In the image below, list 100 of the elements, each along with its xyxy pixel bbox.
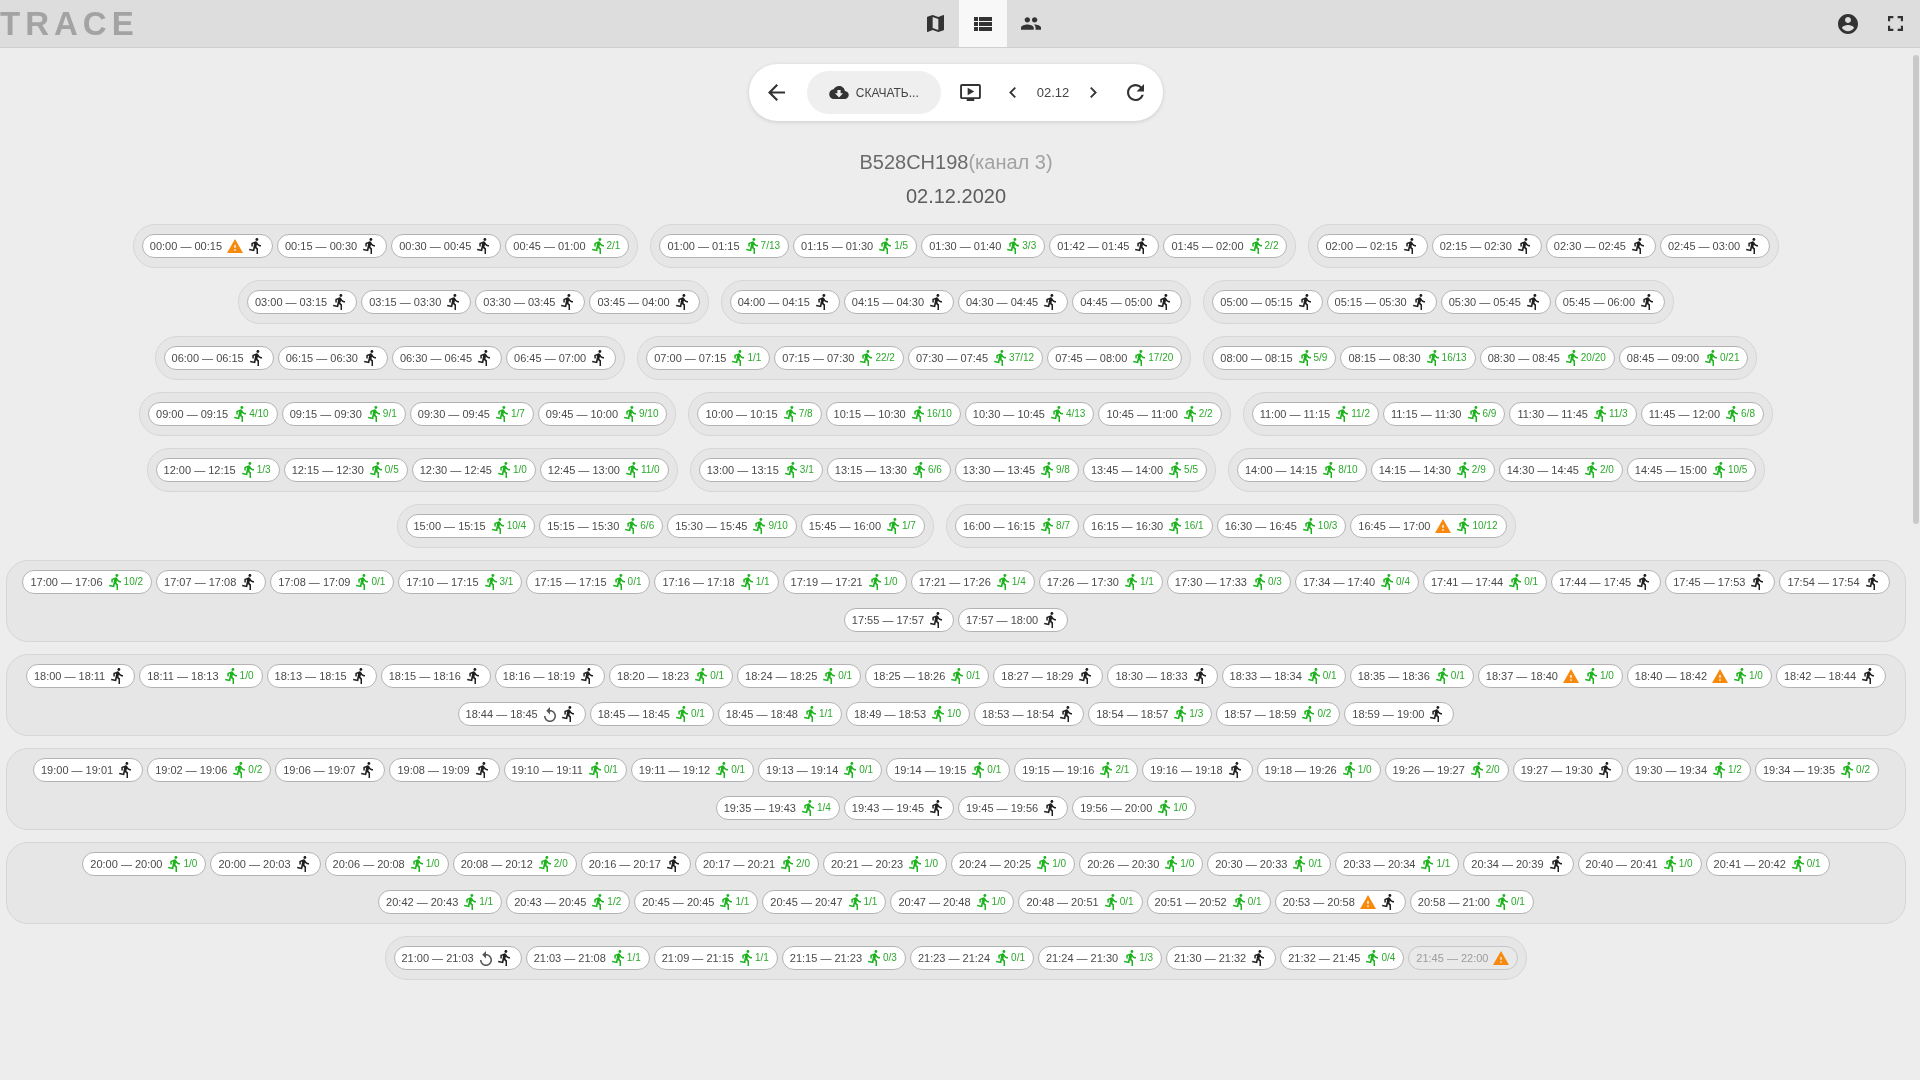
time-slot-chip[interactable]: 20:45 — 20:45 1/1 <box>634 890 759 914</box>
time-slot-chip[interactable]: 04:15 — 04:30 <box>843 290 954 314</box>
time-slot-chip[interactable]: 19:18 — 19:26 1/0 <box>1256 758 1381 782</box>
time-slot-chip[interactable]: 02:15 — 02:30 <box>1431 234 1542 258</box>
time-slot-chip[interactable]: 18:59 — 19:00 <box>1344 702 1455 726</box>
time-slot-chip[interactable]: 19:26 — 19:27 2/0 <box>1384 758 1509 782</box>
time-slot-chip[interactable]: 20:17 — 20:21 2/0 <box>694 852 819 876</box>
time-slot-chip[interactable]: 20:21 — 20:23 1/0 <box>822 852 948 876</box>
time-slot-chip[interactable]: 09:15 — 09:30 9/1 <box>281 402 406 426</box>
time-slot-chip[interactable]: 03:45 — 04:00 <box>589 290 700 314</box>
time-slot-chip[interactable]: 19:10 — 19:11 0/1 <box>503 758 627 782</box>
time-slot-chip[interactable]: 13:15 — 13:30 6/6 <box>826 458 951 482</box>
time-slot-chip[interactable]: 19:43 — 19:45 <box>843 796 954 820</box>
time-slot-chip[interactable]: 06:30 — 06:45 <box>391 346 503 370</box>
time-slot-chip[interactable]: 21:09 — 21:15 1/1 <box>653 946 778 970</box>
time-slot-chip[interactable]: 14:15 — 14:30 2/9 <box>1370 458 1495 482</box>
time-slot-chip[interactable]: 18:11 — 18:13 1/0 <box>139 664 263 688</box>
time-slot-chip[interactable]: 08:15 — 08:30 16/13 <box>1340 346 1476 370</box>
time-slot-chip[interactable]: 12:00 — 12:15 1/3 <box>155 458 280 482</box>
time-slot-chip[interactable]: 21:23 — 21:24 0/1 <box>909 946 1034 970</box>
time-slot-chip[interactable]: 17:57 — 18:00 <box>958 608 1069 632</box>
time-slot-chip[interactable]: 17:44 — 17:45 <box>1551 570 1662 594</box>
time-slot-chip[interactable]: 18:30 — 18:33 <box>1107 664 1218 688</box>
time-slot-chip[interactable]: 12:30 — 12:45 1/0 <box>411 458 536 482</box>
time-slot-chip[interactable]: 20:00 — 20:00 1/0 <box>82 852 207 876</box>
time-slot-chip[interactable]: 18:57 — 18:59 0/2 <box>1216 702 1341 726</box>
time-slot-chip[interactable]: 05:15 — 05:30 <box>1326 290 1437 314</box>
time-slot-chip[interactable]: 20:51 — 20:52 0/1 <box>1146 890 1271 914</box>
time-slot-chip[interactable]: 19:15 — 19:16 2/1 <box>1014 758 1139 782</box>
time-slot-chip[interactable]: 18:13 — 18:15 <box>266 664 377 688</box>
time-slot-chip[interactable]: 00:30 — 00:45 <box>391 234 502 258</box>
time-slot-chip[interactable]: 08:30 — 08:45 20/20 <box>1479 346 1615 370</box>
time-slot-chip[interactable]: 01:00 — 01:15 7/13 <box>659 234 790 258</box>
time-slot-chip[interactable]: 17:07 — 17:08 <box>156 570 267 594</box>
time-slot-chip[interactable]: 20:41 — 20:42 0/1 <box>1705 852 1830 876</box>
time-slot-chip[interactable]: 05:45 — 06:00 <box>1554 290 1666 314</box>
time-slot-chip[interactable]: 19:27 — 19:30 <box>1512 758 1623 782</box>
time-slot-chip[interactable]: 11:15 — 11:30 6/9 <box>1382 402 1506 426</box>
time-slot-chip[interactable]: 20:45 — 20:47 1/1 <box>762 890 887 914</box>
time-slot-chip[interactable]: 20:42 — 20:43 1/1 <box>378 890 503 914</box>
time-slot-chip[interactable]: 20:53 — 20:58 <box>1274 890 1406 914</box>
time-slot-chip[interactable]: 00:00 — 00:15 <box>141 234 273 258</box>
time-slot-chip[interactable]: 18:45 — 18:48 1/1 <box>717 702 842 726</box>
time-slot-chip[interactable]: 07:00 — 07:15 1/1 <box>646 346 771 370</box>
time-slot-chip[interactable]: 21:15 — 21:23 0/3 <box>781 946 906 970</box>
time-slot-chip[interactable]: 03:00 — 03:15 <box>246 290 358 314</box>
time-slot-chip[interactable]: 16:15 — 16:30 16/1 <box>1083 514 1213 538</box>
scrollbar-thumb[interactable] <box>1913 55 1919 524</box>
time-slot-chip[interactable]: 00:15 — 00:30 <box>277 234 388 258</box>
time-slot-chip[interactable]: 18:49 — 18:53 1/0 <box>845 702 970 726</box>
time-slot-chip[interactable]: 10:45 — 11:00 2/2 <box>1098 402 1222 426</box>
time-slot-chip[interactable]: 17:16 — 17:18 1/1 <box>654 570 779 594</box>
time-slot-chip[interactable]: 14:45 — 15:00 10/5 <box>1626 458 1757 482</box>
time-slot-chip[interactable]: 12:15 — 12:30 0/5 <box>283 458 408 482</box>
time-slot-chip[interactable]: 17:30 — 17:33 0/3 <box>1166 570 1291 594</box>
time-slot-chip[interactable]: 01:42 — 01:45 <box>1049 234 1160 258</box>
time-slot-chip[interactable]: 10:00 — 10:15 7/8 <box>697 402 822 426</box>
time-slot-chip[interactable]: 16:30 — 16:45 10/3 <box>1216 514 1347 538</box>
time-slot-chip[interactable]: 12:45 — 13:00 11/0 <box>539 458 669 482</box>
time-slot-chip[interactable]: 11:00 — 11:15 11/2 <box>1251 402 1379 426</box>
time-slot-chip[interactable]: 00:45 — 01:00 2/1 <box>505 234 630 258</box>
time-slot-chip[interactable]: 06:00 — 06:15 <box>163 346 274 370</box>
time-slot-chip[interactable]: 19:45 — 19:56 <box>958 796 1069 820</box>
time-slot-chip[interactable]: 19:08 — 19:09 <box>389 758 500 782</box>
time-slot-chip[interactable]: 20:43 — 20:45 1/2 <box>506 890 631 914</box>
time-slot-chip[interactable]: 21:32 — 21:45 0/4 <box>1280 946 1405 970</box>
time-slot-chip[interactable]: 06:45 — 07:00 <box>506 346 617 370</box>
time-slot-chip[interactable]: 09:30 — 09:45 1/7 <box>409 402 534 426</box>
time-slot-chip[interactable]: 18:54 — 18:57 1/3 <box>1088 702 1213 726</box>
time-slot-chip[interactable]: 16:00 — 16:15 8/7 <box>954 514 1079 538</box>
time-slot-chip[interactable]: 08:00 — 08:15 5/9 <box>1212 346 1337 370</box>
time-slot-chip[interactable]: 05:00 — 05:15 <box>1212 290 1323 314</box>
time-slot-chip[interactable]: 17:00 — 17:06 10/2 <box>22 570 153 594</box>
time-slot-chip[interactable]: 07:30 — 07:45 37/12 <box>907 346 1044 370</box>
time-slot-chip[interactable]: 02:30 — 02:45 <box>1545 234 1656 258</box>
time-slot-chip[interactable]: 17:54 — 17:54 <box>1779 570 1890 594</box>
time-slot-chip[interactable]: 21:03 — 21:08 1/1 <box>525 946 650 970</box>
time-slot-chip[interactable]: 04:00 — 04:15 <box>729 290 840 314</box>
time-slot-chip[interactable]: 10:15 — 10:30 16/10 <box>825 402 961 426</box>
time-slot-chip[interactable]: 20:48 — 20:51 0/1 <box>1018 890 1143 914</box>
time-slot-chip[interactable]: 20:33 — 20:34 1/1 <box>1335 852 1460 876</box>
time-slot-chip[interactable]: 21:30 — 21:32 <box>1166 946 1277 970</box>
time-slot-chip[interactable]: 15:15 — 15:30 6/6 <box>539 514 664 538</box>
time-slot-chip[interactable]: 01:30 — 01:40 3/3 <box>921 234 1046 258</box>
time-slot-chip[interactable]: 17:08 — 17:09 0/1 <box>270 570 395 594</box>
time-slot-chip[interactable]: 14:00 — 14:15 8/10 <box>1237 458 1367 482</box>
time-slot-chip[interactable]: 20:30 — 20:33 0/1 <box>1207 852 1332 876</box>
time-slot-chip[interactable]: 20:24 — 20:25 1/0 <box>951 852 1076 876</box>
time-slot-chip[interactable]: 04:45 — 05:00 <box>1072 290 1183 314</box>
time-slot-chip[interactable]: 01:45 — 02:00 2/2 <box>1163 234 1288 258</box>
time-slot-chip[interactable]: 07:45 — 08:00 17/20 <box>1047 346 1183 370</box>
time-slot-chip[interactable]: 18:33 — 18:34 0/1 <box>1221 664 1346 688</box>
time-slot-chip[interactable]: 11:30 — 11:45 11/3 <box>1509 402 1637 426</box>
time-slot-chip[interactable]: 17:45 — 17:53 <box>1665 570 1776 594</box>
nav-tab[interactable] <box>959 0 1008 47</box>
time-slot-chip[interactable]: 06:15 — 06:30 <box>277 346 388 370</box>
time-slot-chip[interactable]: 18:37 — 18:40 1/0 <box>1477 664 1623 688</box>
time-slot-chip[interactable]: 15:45 — 16:00 1/7 <box>800 514 925 538</box>
time-slot-chip[interactable]: 20:06 — 20:08 1/0 <box>324 852 449 876</box>
time-slot-chip[interactable]: 20:47 — 20:48 1/0 <box>890 890 1015 914</box>
